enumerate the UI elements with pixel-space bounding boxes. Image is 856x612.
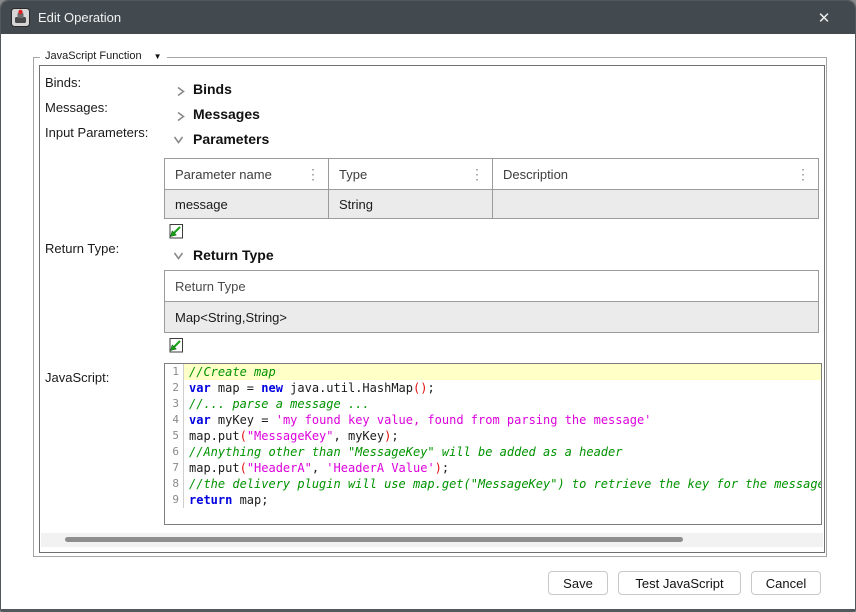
javascript-code-editor[interactable]: 1//Create map2var map = new java.util.Ha…	[164, 363, 822, 525]
cancel-button[interactable]: Cancel	[751, 571, 821, 595]
code-line: 5map.put("MessageKey", myKey);	[165, 428, 821, 444]
section-binds[interactable]: Binds	[175, 81, 232, 97]
operation-panel: Binds: Messages: Input Parameters: Retur…	[39, 65, 825, 553]
function-type-selector[interactable]: JavaScript Function ▼	[40, 50, 167, 62]
code-line: 8//the delivery plugin will use map.get(…	[165, 476, 821, 492]
chevron-down-icon	[175, 134, 186, 145]
code-line: 1//Create map	[165, 364, 821, 380]
code-text: map.put("HeaderA", 'HeaderA Value');	[184, 460, 821, 476]
javascript-label: JavaScript:	[45, 370, 109, 385]
cell-type[interactable]: String	[329, 190, 493, 219]
code-text: map.put("MessageKey", myKey);	[184, 428, 821, 444]
chevron-down-icon: ▼	[154, 52, 162, 61]
table-row: Map<String,String>	[165, 302, 819, 333]
code-line: 4var myKey = 'my found key value, found …	[165, 412, 821, 428]
section-messages[interactable]: Messages	[175, 106, 260, 122]
section-parameters[interactable]: Parameters	[175, 131, 269, 147]
line-number: 6	[165, 444, 184, 460]
code-text: return map;	[184, 492, 821, 508]
line-number: 7	[165, 460, 184, 476]
col-header-type[interactable]: Type ⋮	[329, 159, 493, 190]
test-javascript-button[interactable]: Test JavaScript	[618, 571, 741, 595]
code-line: 9return map;	[165, 492, 821, 508]
line-number: 1	[165, 364, 184, 380]
column-menu-icon[interactable]: ⋮	[470, 167, 484, 181]
code-line: 6//Anything other than "MessageKey" will…	[165, 444, 821, 460]
add-parameter-button[interactable]	[167, 223, 184, 240]
chevron-down-icon	[175, 250, 186, 261]
line-number: 9	[165, 492, 184, 508]
col-header-return-type[interactable]: Return Type	[165, 271, 819, 302]
cell-description[interactable]	[493, 190, 819, 219]
table-row: message String	[165, 190, 819, 219]
code-text: //Create map	[184, 364, 821, 380]
col-header-parameter-name[interactable]: Parameter name ⋮	[165, 159, 329, 190]
column-menu-icon[interactable]: ⋮	[306, 167, 320, 181]
window-title: Edit Operation	[38, 10, 121, 25]
scrollbar-thumb[interactable]	[65, 537, 683, 542]
parameters-table: Parameter name ⋮ Type ⋮ Description ⋮ me…	[164, 158, 819, 219]
return-type-label: Return Type:	[45, 241, 119, 256]
code-text: var myKey = 'my found key value, found f…	[184, 412, 821, 428]
code-line: 3//... parse a message ...	[165, 396, 821, 412]
binds-label: Binds:	[45, 75, 81, 90]
line-number: 4	[165, 412, 184, 428]
code-text: //the delivery plugin will use map.get("…	[184, 476, 822, 492]
save-button[interactable]: Save	[548, 571, 608, 595]
add-return-type-button[interactable]	[167, 337, 184, 354]
code-line: 2var map = new java.util.HashMap();	[165, 380, 821, 396]
close-icon[interactable]: ✕	[807, 1, 841, 34]
line-number: 5	[165, 428, 184, 444]
col-header-description[interactable]: Description ⋮	[493, 159, 819, 190]
edit-operation-dialog: Edit Operation ✕ JavaScript Function ▼ B…	[0, 0, 856, 612]
input-parameters-label: Input Parameters:	[45, 125, 148, 140]
messages-label: Messages:	[45, 100, 108, 115]
app-icon	[11, 8, 30, 27]
function-type-label: JavaScript Function	[45, 50, 142, 62]
column-menu-icon[interactable]: ⋮	[796, 167, 810, 181]
line-number: 3	[165, 396, 184, 412]
chevron-right-icon	[175, 84, 186, 95]
code-text: //Anything other than "MessageKey" will …	[184, 444, 821, 460]
javascript-function-groupbox: JavaScript Function ▼ Binds: Messages: I…	[33, 57, 827, 557]
cell-parameter-name[interactable]: message	[165, 190, 329, 219]
code-line: 7map.put("HeaderA", 'HeaderA Value');	[165, 460, 821, 476]
return-type-table: Return Type Map<String,String>	[164, 270, 819, 333]
cell-return-type[interactable]: Map<String,String>	[165, 302, 819, 333]
horizontal-scrollbar[interactable]	[41, 533, 823, 547]
section-return-type[interactable]: Return Type	[175, 247, 274, 263]
code-text: var map = new java.util.HashMap();	[184, 380, 821, 396]
chevron-right-icon	[175, 109, 186, 120]
titlebar[interactable]: Edit Operation ✕	[1, 1, 855, 34]
line-number: 8	[165, 476, 184, 492]
code-text: //... parse a message ...	[184, 396, 821, 412]
line-number: 2	[165, 380, 184, 396]
